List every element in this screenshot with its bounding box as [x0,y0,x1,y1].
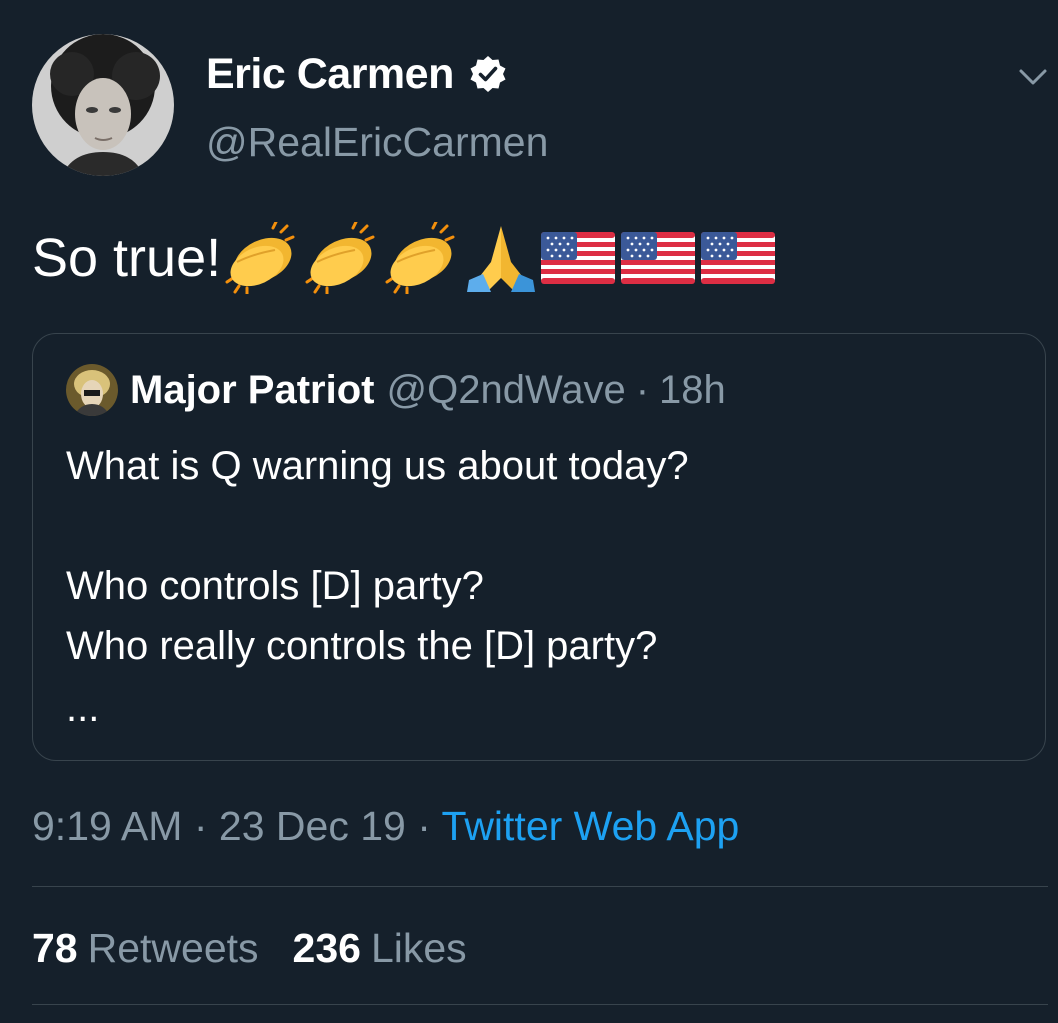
tweet-emojis [223,222,779,294]
quoted-tweet-line: Who really controls the [D] party? [66,624,658,668]
author-handle[interactable]: @RealEricCarmen [206,118,548,166]
likes-label: Likes [370,925,467,971]
quoted-tweet-line: Who controls [D] party? [66,564,484,608]
folded-hands-icon [467,226,536,292]
quoted-author-avatar [66,364,118,416]
tweet-stats: 78 Retweets 236 Likes [32,924,467,972]
author-display-name[interactable]: Eric Carmen [206,50,508,98]
clapping-hands-icon [385,222,455,294]
tweet-source-link[interactable]: Twitter Web App [442,803,740,849]
meta-separator: · [193,803,208,849]
verified-badge-icon [470,56,506,92]
quoted-tweet-ellipsis: ... [66,686,100,730]
quoted-tweet-card[interactable]: Major Patriot @Q2ndWave · 18h What is Q … [32,333,1046,761]
likes-count: 236 [292,925,361,971]
divider [32,886,1048,887]
clapping-hands-icon [225,222,295,294]
author-avatar[interactable] [32,34,174,176]
tweet-time: 9:19 AM [32,803,183,849]
chevron-down-icon[interactable] [1016,60,1050,94]
divider [32,1004,1048,1005]
quoted-tweet-header: Major Patriot @Q2ndWave · 18h [66,364,726,416]
clapping-hands-icon [305,222,375,294]
tweet-meta: 9:19 AM · 23 Dec 19 · Twitter Web App [32,802,739,850]
tweet-date: 23 Dec 19 [218,803,406,849]
meta-separator: · [417,803,431,849]
tweet-text-content: So true! [32,228,222,288]
us-flag-icon [701,232,776,284]
tweet-detail: Eric Carmen @RealEricCarmen So true! Maj… [0,0,1058,1023]
retweets-count: 78 [32,925,78,971]
retweets-label: Retweets [87,925,259,971]
retweets-stat[interactable]: 78 Retweets [32,924,259,972]
likes-stat[interactable]: 236 Likes [293,924,467,972]
quoted-author-handle: @Q2ndWave [386,368,626,412]
tweet-text: So true! [32,222,779,294]
quoted-tweet-time: 18h [659,368,726,412]
quoted-tweet-line: What is Q warning us about today? [66,444,689,488]
author-name-text[interactable]: Eric Carmen [206,50,454,98]
quoted-meta-separator: · [635,368,650,412]
us-flag-icon [621,232,696,284]
us-flag-icon [541,232,616,284]
quoted-author-name: Major Patriot [130,368,375,412]
